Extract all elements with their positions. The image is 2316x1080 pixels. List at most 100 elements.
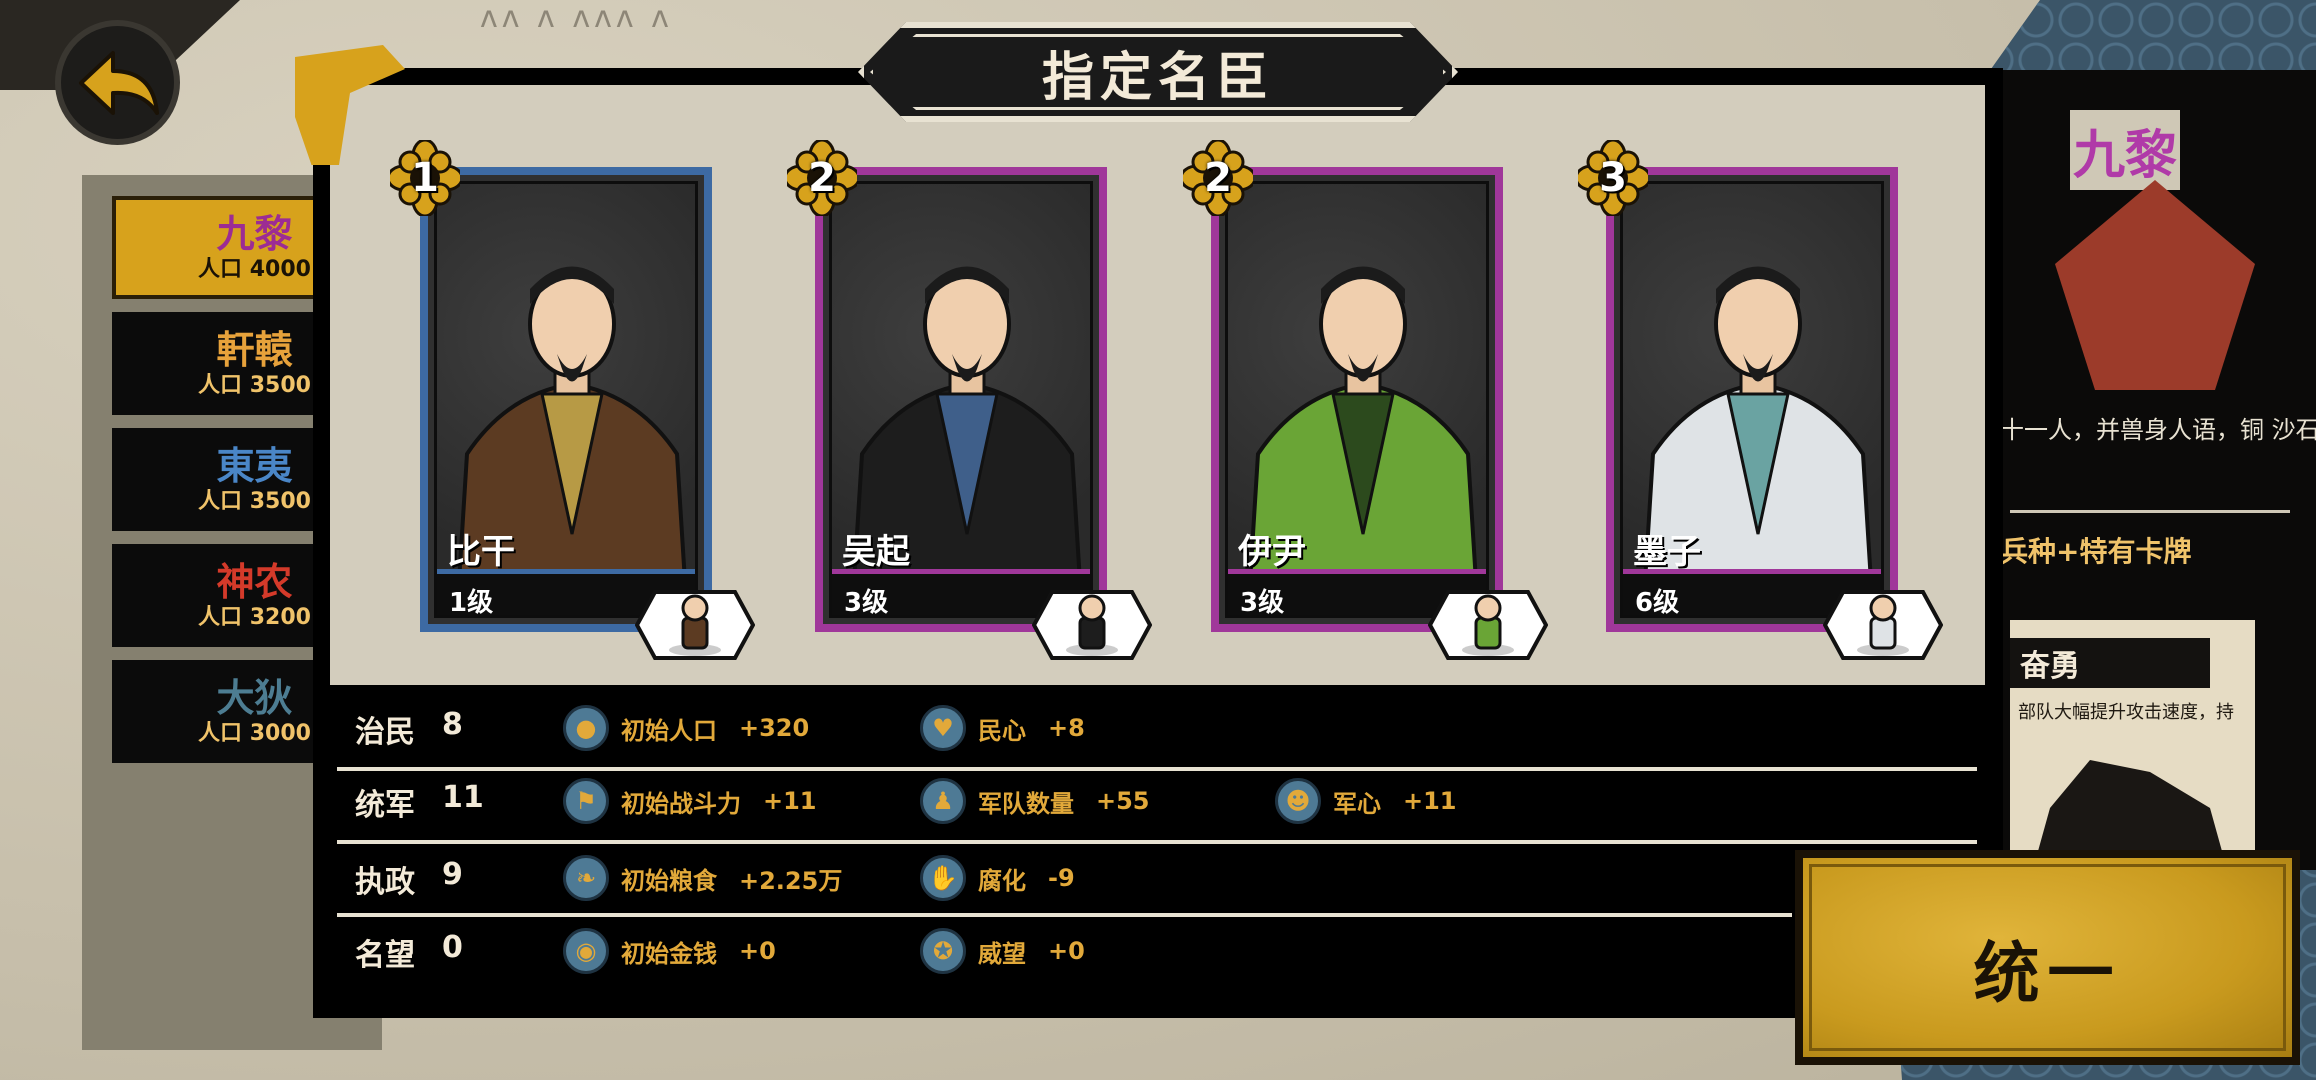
stat-effect: ✋ 腐化 -9 [920,853,1075,903]
star-rank: 2 [1204,155,1232,201]
side-tribe-name: 九黎 [2070,110,2180,190]
star-rank-badge: 1 [386,138,464,218]
stat-label: 治民 [355,715,415,750]
dialog-title-bar: 指定名臣 [858,22,1458,122]
hero-level: 3级 [844,588,889,618]
tribe-name: 軒轅 [216,326,293,372]
effect-value: +320 [739,714,810,742]
tribe-population: 人口 3500 [198,372,311,398]
effect-name: 腐化 [978,866,1026,895]
special-unit-card[interactable]: 奋勇 部队大幅提升攻击速度，持 [2010,620,2255,880]
tribe-population: 人口 3000 [198,720,311,746]
star-rank-badge: 2 [1179,138,1257,218]
hero-card[interactable]: 伊尹 3级 [1211,167,1503,632]
hero-level: 1级 [449,588,494,618]
hero-mini-avatar [1031,590,1153,660]
back-button[interactable] [55,20,180,145]
effect-name: 初始金钱 [621,939,717,968]
hex-frame-icon [634,590,756,660]
tribe-name: 神农 [216,558,293,604]
stat-divider [337,840,1977,844]
effect-value: +11 [1403,787,1457,815]
tribe-description: 十一人，并兽身人语，铜 沙石子，勇猛无比，有雄 [2000,416,2316,444]
hero-card-inner: 吴起 3级 [829,181,1093,618]
effect-name: 威望 [978,939,1026,968]
stat-label: 名望 [355,938,415,973]
effect-name: 初始战斗力 [621,789,741,818]
map-mountains: ʌʌ ʌ ʌʌʌ ʌ [480,0,673,35]
hero-mini-avatar [1427,590,1549,660]
tribe-name: 九黎 [216,210,293,256]
population-icon: ● [563,705,609,751]
tribe-name: 東夷 [216,442,293,488]
hero-name: 比干 [447,532,515,572]
hero-card[interactable]: 吴起 3级 [815,167,1107,632]
hex-frame-icon [1822,590,1944,660]
stat-effect: ✪ 威望 +0 [920,926,1085,976]
effect-name: 初始人口 [621,716,717,745]
effect-value: +2.25万 [739,866,843,895]
back-arrow-icon [78,50,159,115]
tribe-leader-portrait [2055,180,2255,390]
hero-card[interactable]: 比干 1级 [420,167,712,632]
stat-effect: ♥ 民心 +8 [920,703,1085,753]
hero-level: 6级 [1635,588,1680,618]
effect-value: -9 [1048,864,1075,892]
unify-button-label: 统一 [1973,933,2122,1012]
dialog-title: 指定名臣 [1041,46,1274,108]
coin-icon: ◉ [563,928,609,974]
hero-card[interactable]: 墨子 6级 [1606,167,1898,632]
hero-mini-avatar [634,590,756,660]
stat-value: 11 [442,780,484,815]
stat-row: 统军 11 ⚑ 初始战斗力 +11 ♟ 军队数量 +55 ☻ 军心 +11 [330,768,1980,838]
side-divider [2010,510,2290,513]
hero-card-inner: 墨子 6级 [1620,181,1884,618]
effect-name: 军队数量 [978,789,1074,818]
effect-value: +11 [763,787,817,815]
stat-row: 执政 9 ❧ 初始粮食 +2.25万 ✋ 腐化 -9 [330,845,1980,915]
stat-row: 名望 0 ◉ 初始金钱 +0 ✪ 威望 +0 [330,918,1980,988]
effect-name: 初始粮食 [621,866,717,895]
army-count-icon: ♟ [920,778,966,824]
unit-card-label: 兵种+特有卡牌 [2000,535,2192,568]
special-unit-title: 奋勇 [2010,638,2210,688]
special-unit-text: 部队大幅提升攻击速度，持 [2018,702,2234,723]
unify-button[interactable]: 统一 [1795,850,2300,1065]
effect-name: 军心 [1333,789,1381,818]
stat-divider [337,767,1977,771]
effect-value: +0 [739,937,776,965]
star-rank: 3 [1599,155,1627,201]
hex-frame-icon [1427,590,1549,660]
effect-name: 民心 [978,716,1026,745]
stat-label: 执政 [355,865,415,900]
star-rank: 1 [411,155,439,201]
prestige-icon: ✪ [920,928,966,974]
hero-name: 墨子 [1633,532,1701,572]
stat-effect: ● 初始人口 +320 [563,703,809,753]
army-morale-icon: ☻ [1275,778,1321,824]
tribe-population: 人口 3200 [198,604,311,630]
grain-icon: ❧ [563,855,609,901]
stat-effect: ⚑ 初始战斗力 +11 [563,776,817,826]
effect-value: +55 [1096,787,1150,815]
tribe-population: 人口 3500 [198,488,311,514]
hero-mini-avatar [1822,590,1944,660]
hero-name: 吴起 [842,532,910,572]
combat-power-icon: ⚑ [563,778,609,824]
stat-row: 治民 8 ● 初始人口 +320 ♥ 民心 +8 [330,695,1980,765]
tribe-population: 人口 4000 [198,256,311,282]
tribe-name: 大狄 [216,674,293,720]
star-rank-badge: 3 [1574,138,1652,218]
hex-frame-icon [1031,590,1153,660]
corruption-hand-icon: ✋ [920,855,966,901]
stat-label: 统军 [355,788,415,823]
hero-name: 伊尹 [1238,532,1306,572]
hero-card-inner: 比干 1级 [434,181,698,618]
star-rank-badge: 2 [783,138,861,218]
star-rank: 2 [808,155,836,201]
loyalty-heart-icon: ♥ [920,705,966,751]
stat-value: 8 [442,707,463,742]
stat-effect: ☻ 军心 +11 [1275,776,1457,826]
hero-card-inner: 伊尹 3级 [1225,181,1489,618]
tribe-info-panel: 九黎 十一人，并兽身人语，铜 沙石子，勇猛无比，有雄 兵种+特有卡牌 奋勇 部队… [1990,70,2316,880]
